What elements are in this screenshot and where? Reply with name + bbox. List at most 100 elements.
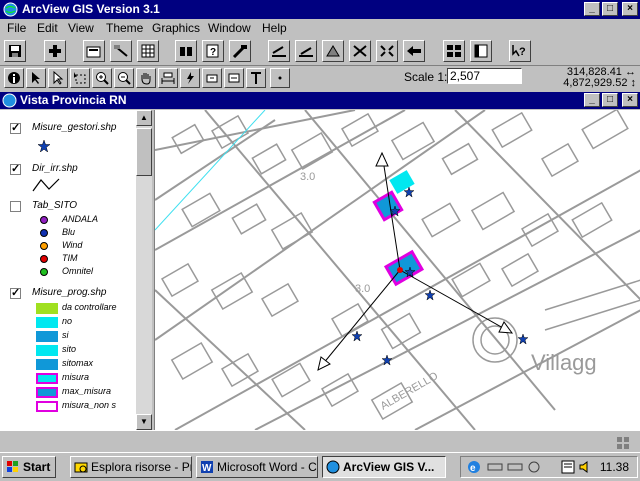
task-label: Microsoft Word - C... (217, 460, 318, 474)
map-display[interactable]: Villagg ALBERELLO 3.0 3.0 (154, 110, 640, 430)
zoom-in-icon[interactable] (92, 68, 112, 88)
network-icon[interactable] (527, 460, 541, 474)
toc-scrollbar[interactable]: ▲ ▼ (136, 110, 152, 430)
arcview-icon (326, 460, 340, 474)
menu-file[interactable]: File (7, 21, 26, 35)
zoom-out-icon[interactable] (114, 68, 134, 88)
arcview-globe-icon (3, 2, 18, 17)
edit-legend-icon[interactable] (110, 40, 132, 62)
legend-swatch (40, 255, 48, 263)
minimize-button[interactable]: _ (584, 2, 600, 16)
theme-name[interactable]: Misure_prog.shp (32, 287, 106, 298)
theme-name[interactable]: Dir_irr.shp (32, 163, 78, 174)
menu-view[interactable]: View (68, 21, 94, 35)
layout-icon[interactable] (443, 40, 465, 62)
view-minimize-button[interactable]: _ (584, 93, 600, 107)
map-label-elevation: 3.0 (355, 283, 370, 295)
coordinates-readout: 314,828.41 ↔ 4,872,929.52 ↕ (563, 67, 636, 89)
explorer-icon (74, 462, 88, 473)
system-tray: e 11.38 (460, 456, 638, 478)
legend-label: sitomax (62, 358, 94, 368)
tool-bar: Scale 1: 2,507 314,828.41 ↔ 4,872,929.52… (0, 66, 640, 90)
view-maximize-button[interactable]: □ (602, 93, 618, 107)
map-label-elevation: 3.0 (300, 171, 315, 183)
view-title: Vista Provincia RN (20, 93, 127, 107)
scroll-thumb[interactable] (136, 128, 152, 176)
legend-label: no (62, 316, 73, 326)
scale-input[interactable]: 2,507 (447, 68, 522, 84)
grid-icon (617, 437, 629, 449)
menu-graphics[interactable]: Graphics (152, 21, 200, 35)
legend-swatch (36, 401, 58, 412)
task-arcview[interactable]: ArcView GIS V... (322, 456, 446, 478)
save-icon[interactable] (4, 40, 26, 62)
legend-swatch (36, 373, 58, 384)
drive-icon[interactable] (507, 462, 523, 472)
zoom-to-themes-icon[interactable] (376, 40, 398, 62)
menu-theme[interactable]: Theme (106, 21, 143, 35)
view-title-bar[interactable]: Vista Provincia RN _ □ × (0, 92, 640, 109)
area-of-interest-icon[interactable] (202, 68, 222, 88)
hotlink-icon[interactable] (180, 68, 200, 88)
theme-name[interactable]: Misure_gestori.shp (32, 122, 116, 133)
legend-swatch (40, 229, 48, 237)
build-icon[interactable] (268, 40, 290, 62)
pan-hand-icon[interactable] (136, 68, 156, 88)
vertex-edit-icon[interactable] (48, 68, 68, 88)
scroll-up-icon[interactable]: ▲ (136, 110, 152, 126)
draw-point-icon[interactable] (270, 68, 290, 88)
theme-visibility-checkbox[interactable] (10, 201, 21, 212)
legend-label: da controllare (62, 302, 117, 312)
add-theme-icon[interactable] (44, 40, 66, 62)
legend-swatch (36, 317, 58, 328)
menu-window[interactable]: Window (208, 21, 251, 35)
zoom-to-full-icon[interactable] (349, 40, 371, 62)
pointer-icon[interactable] (26, 68, 46, 88)
theme-visibility-checkbox[interactable]: ✓ (10, 288, 21, 299)
theme-visibility-checkbox[interactable]: ✓ (10, 164, 21, 175)
theme-properties-icon[interactable] (83, 40, 105, 62)
menu-bar: File Edit View Theme Graphics Window Hel… (0, 19, 640, 37)
close-button[interactable]: × (622, 2, 638, 16)
scale-label: Scale 1: (404, 70, 448, 84)
start-button[interactable]: Start (2, 456, 56, 478)
windows-logo-icon (7, 461, 18, 472)
speaker-icon[interactable] (579, 460, 593, 474)
select-features-icon[interactable] (295, 40, 317, 62)
menu-help[interactable]: Help (262, 21, 287, 35)
app-title-bar[interactable]: ArcView GIS Version 3.1 _ □ × (0, 0, 640, 19)
legend-label: misura_non s (62, 400, 117, 410)
identify-icon[interactable] (4, 68, 24, 88)
text-tool-icon[interactable] (246, 68, 266, 88)
scheduler-icon[interactable] (561, 460, 575, 474)
legend-swatch (36, 359, 58, 370)
measure-icon[interactable] (158, 68, 178, 88)
theme-name[interactable]: Tab_SITO (32, 200, 77, 211)
legend-swatch (36, 345, 58, 356)
locate-icon[interactable]: ? (202, 40, 224, 62)
legend-swatch (36, 303, 58, 314)
clear-selection-icon[interactable] (322, 40, 344, 62)
task-word[interactable]: W Microsoft Word - C... (196, 456, 318, 478)
view-close-button[interactable]: × (622, 93, 638, 107)
menu-edit[interactable]: Edit (37, 21, 58, 35)
table-of-contents: ✓ Misure_gestori.shp ✓ Dir_irr.shp Tab_S… (0, 110, 136, 430)
zoom-previous-icon[interactable] (403, 40, 425, 62)
legend-label: si (62, 330, 69, 340)
label-icon[interactable] (224, 68, 244, 88)
table-icon[interactable] (470, 40, 492, 62)
help-icon[interactable]: ? (509, 40, 531, 62)
find-icon[interactable] (175, 40, 197, 62)
task-explorer[interactable]: Esplora risorse - Pr... (70, 456, 192, 478)
star-symbol-icon (38, 140, 50, 152)
open-table-icon[interactable] (137, 40, 159, 62)
maximize-button[interactable]: □ (602, 2, 618, 16)
task-label: ArcView GIS V... (343, 460, 435, 474)
scroll-down-icon[interactable]: ▼ (136, 414, 152, 430)
query-builder-icon[interactable] (229, 40, 251, 62)
select-feature-icon[interactable] (70, 68, 90, 88)
internet-explorer-icon[interactable]: e (467, 460, 481, 474)
drive-icon[interactable] (487, 462, 503, 472)
status-bar (0, 430, 640, 453)
theme-visibility-checkbox[interactable]: ✓ (10, 123, 21, 134)
